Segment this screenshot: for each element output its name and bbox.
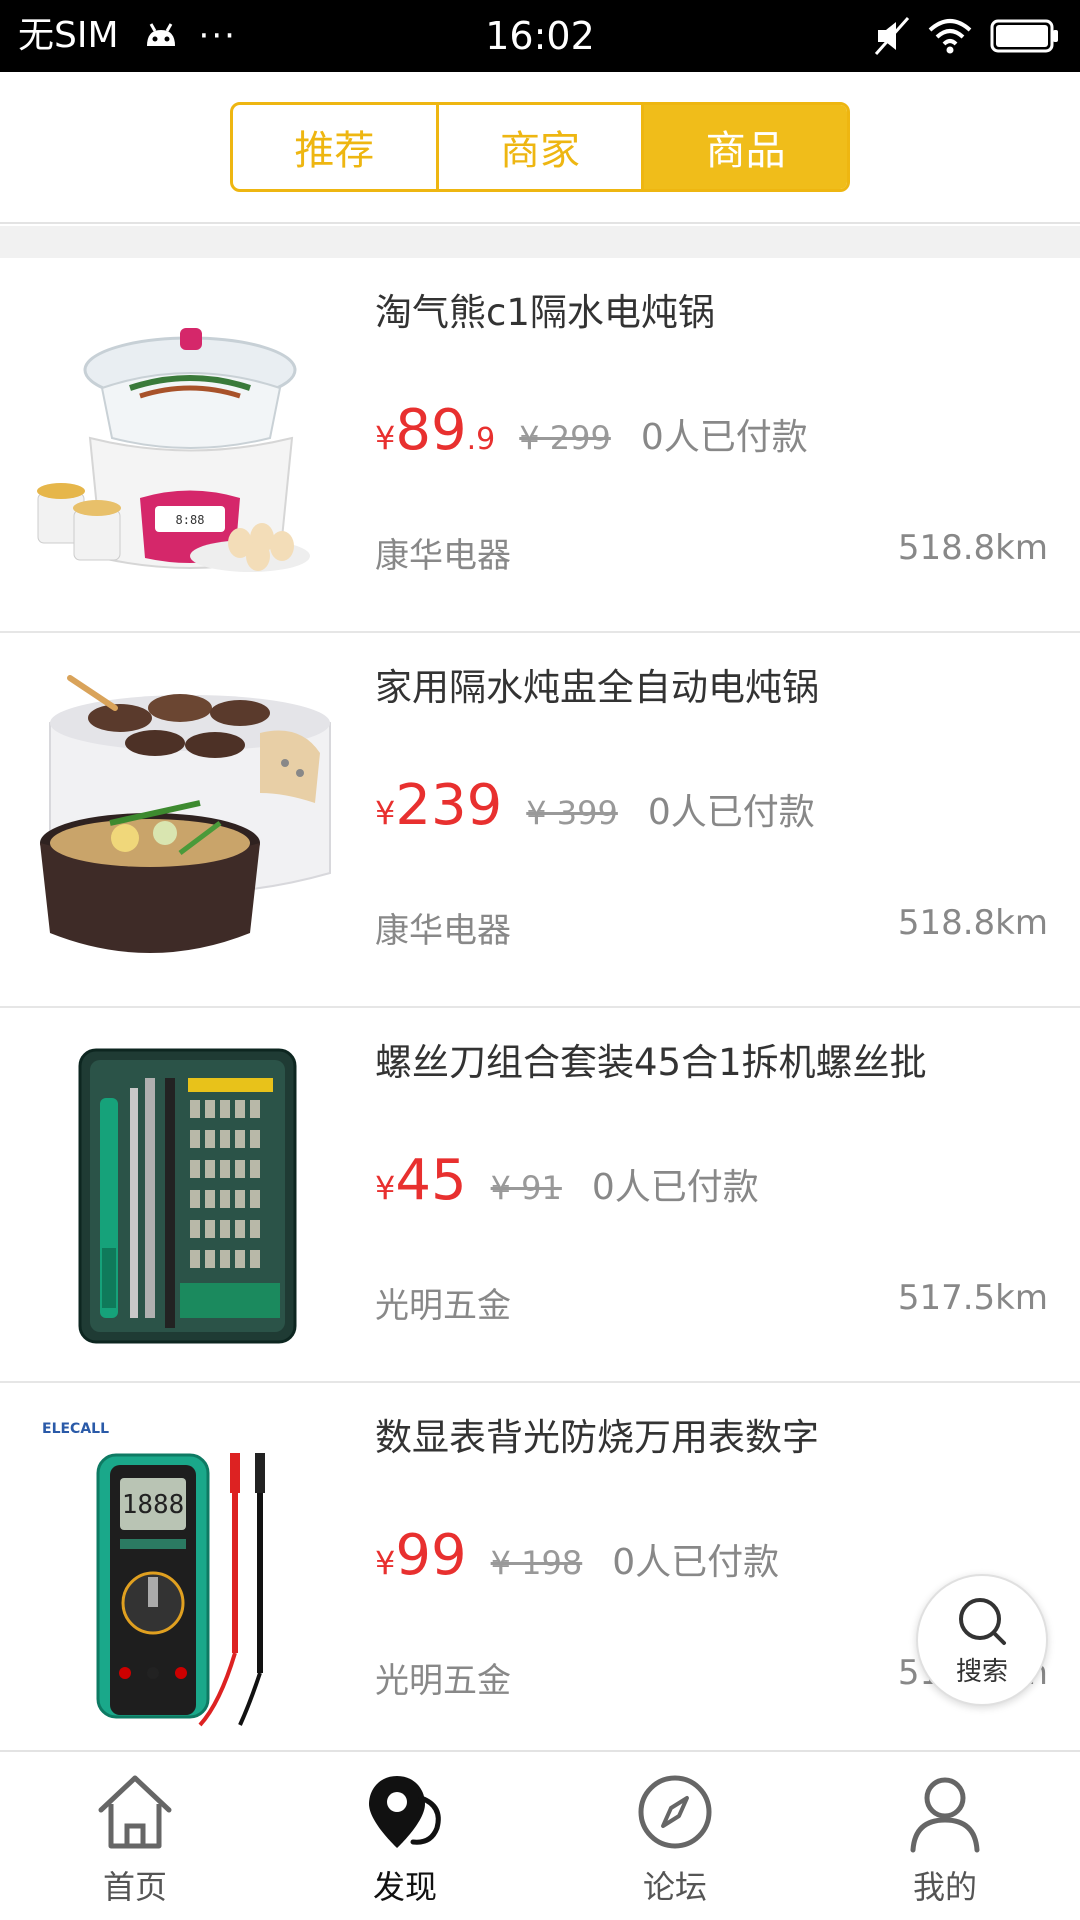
status-right	[874, 16, 1060, 56]
paid-count: 0人已付款	[647, 792, 815, 833]
product-title: 淘气熊c1隔水电炖锅	[375, 291, 715, 334]
product-list[interactable]: 8:88 淘气熊c1隔水电炖锅 ¥ 89 .9 ¥ 299 0人已付款 康华电器…	[0, 258, 1080, 1750]
search-label: 搜索	[955, 1656, 1008, 1687]
product-title: 数显表背光防烧万用表数字	[375, 1416, 819, 1459]
original-price: ¥ 91	[490, 1169, 562, 1207]
segmented-control: 推荐 商家 商品	[230, 102, 850, 192]
currency-symbol: ¥	[375, 1544, 396, 1582]
shop-name[interactable]: 光明五金	[375, 1278, 511, 1327]
user-icon	[910, 1777, 980, 1853]
multimeter-display: 1888	[122, 1490, 185, 1520]
top-header: 推荐 商家 商品	[0, 72, 1080, 224]
tab-discover-label: 发现	[372, 1868, 437, 1906]
tab-forum-label: 论坛	[642, 1868, 707, 1906]
mute-icon	[874, 17, 910, 55]
product-item[interactable]: ELECALL 1888 数显表背光防烧万用表数字 ¥ 99 ¥ 198 0人已…	[0, 1383, 1080, 1750]
paid-count: 0人已付款	[612, 1542, 780, 1583]
tab-mine-label: 我的	[912, 1868, 977, 1906]
tab-products[interactable]: 商品	[644, 105, 847, 189]
original-price: ¥ 399	[526, 794, 618, 832]
distance: 518.8km	[897, 528, 1048, 568]
brand-logo: ELECALL	[42, 1421, 109, 1437]
product-item[interactable]: 螺丝刀组合套装45合1拆机螺丝批 ¥ 45 ¥ 91 0人已付款 光明五金 51…	[0, 1008, 1080, 1383]
price-integer: 45	[395, 1148, 467, 1213]
battery-icon	[990, 19, 1058, 53]
price-integer: 99	[395, 1523, 467, 1588]
price-integer: 239	[395, 773, 503, 838]
tab-mine[interactable]: 我的	[810, 1752, 1080, 1920]
price-row: ¥ 89 .9 ¥ 299 0人已付款	[375, 398, 808, 478]
multimeter-image: ELECALL 1888	[30, 1413, 345, 1728]
paid-count: 0人已付款	[640, 417, 808, 458]
tab-recommend[interactable]: 推荐	[233, 105, 439, 189]
price-integer: 89	[395, 398, 467, 463]
distance: 517.5km	[897, 1278, 1048, 1318]
distance: 518.8km	[897, 903, 1048, 943]
original-price: ¥ 299	[519, 419, 611, 457]
tab-home[interactable]: 首页	[0, 1752, 270, 1920]
electric-stew-pot-image: 8:88	[30, 288, 345, 603]
bottom-tab-bar: 首页 发现 论坛 我的	[0, 1750, 1080, 1920]
home-icon	[98, 1775, 172, 1849]
screwdriver-set-image	[30, 1038, 345, 1353]
price-row: ¥ 99 ¥ 198 0人已付款	[375, 1523, 779, 1603]
product-item[interactable]: 家用隔水炖盅全自动电炖锅 ¥ 239 ¥ 399 0人已付款 康华电器 518.…	[0, 633, 1080, 1008]
shop-name[interactable]: 康华电器	[375, 903, 511, 952]
product-item[interactable]: 8:88 淘气熊c1隔水电炖锅 ¥ 89 .9 ¥ 299 0人已付款 康华电器…	[0, 258, 1080, 633]
currency-symbol: ¥	[375, 794, 396, 832]
price-row: ¥ 45 ¥ 91 0人已付款	[375, 1148, 759, 1228]
location-pin-icon	[369, 1776, 441, 1848]
shop-name[interactable]: 光明五金	[375, 1653, 511, 1702]
currency-symbol: ¥	[375, 419, 396, 457]
svg-text:8:88: 8:88	[176, 513, 205, 527]
price-row: ¥ 239 ¥ 399 0人已付款	[375, 773, 815, 853]
shop-name[interactable]: 康华电器	[375, 528, 511, 577]
original-price: ¥ 198	[490, 1544, 583, 1582]
search-icon	[959, 1597, 1006, 1645]
compass-icon	[638, 1775, 712, 1849]
status-bar: 无SIM ··· 16:02	[0, 0, 1080, 72]
product-title: 螺丝刀组合套装45合1拆机螺丝批	[375, 1041, 927, 1084]
stew-cooker-set-image	[30, 663, 345, 978]
section-divider	[0, 226, 1080, 258]
wifi-icon	[928, 19, 972, 54]
floating-search-button[interactable]: 搜索	[916, 1574, 1048, 1706]
paid-count: 0人已付款	[591, 1167, 759, 1208]
product-title: 家用隔水炖盅全自动电炖锅	[375, 666, 819, 709]
tab-merchants[interactable]: 商家	[439, 105, 645, 189]
tab-home-label: 首页	[102, 1868, 167, 1906]
tab-forum[interactable]: 论坛	[540, 1752, 810, 1920]
currency-symbol: ¥	[375, 1169, 396, 1207]
tab-discover[interactable]: 发现	[270, 1752, 540, 1920]
price-decimal: .9	[466, 422, 496, 457]
